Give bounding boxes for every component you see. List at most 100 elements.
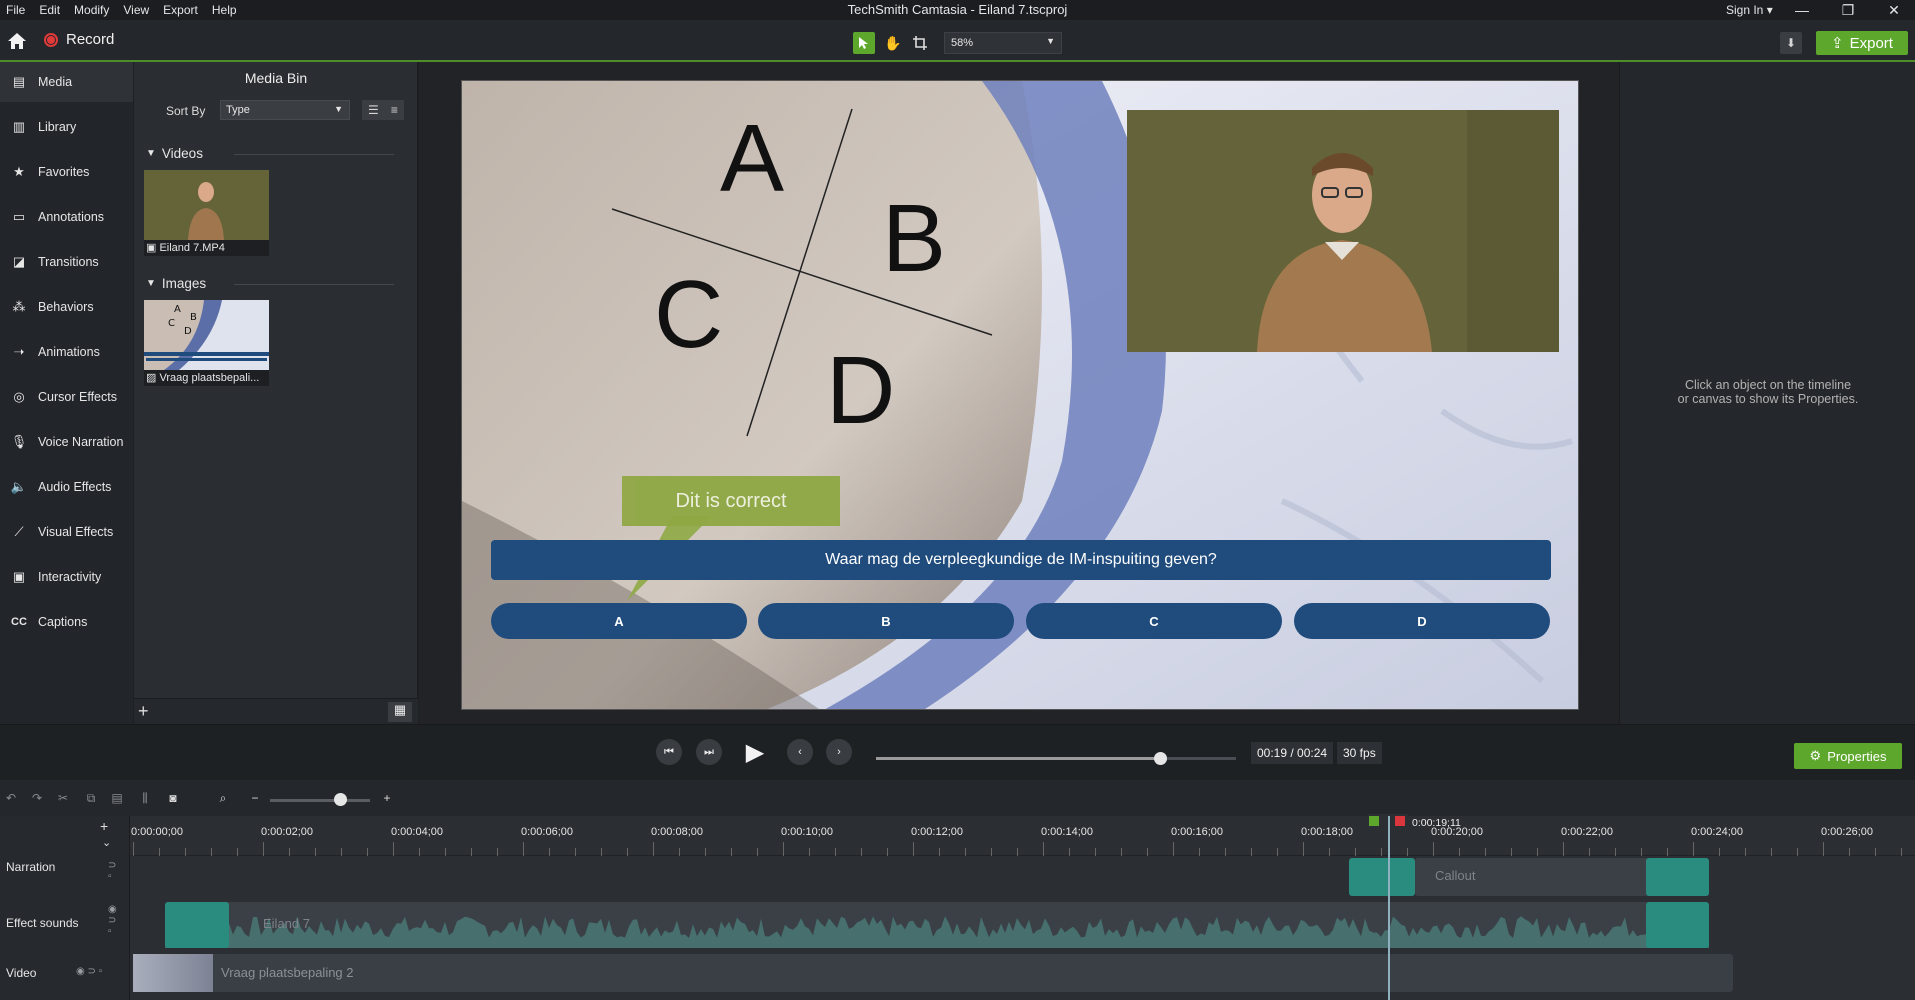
snapshot-button[interactable]: ◙ bbox=[164, 790, 182, 806]
star-icon: ★ bbox=[13, 164, 25, 179]
collapse-tracks-button[interactable]: ⌄ bbox=[102, 836, 111, 849]
play-icon: ▶ bbox=[745, 738, 765, 766]
track-controls[interactable]: ⊃ ▫ bbox=[108, 860, 116, 882]
previous-marker-button[interactable]: ‹ bbox=[787, 739, 813, 765]
answer-button-b[interactable]: B bbox=[758, 603, 1014, 639]
group-header-videos[interactable]: ▼ Videos bbox=[146, 146, 203, 161]
select-tool-button[interactable] bbox=[853, 32, 875, 54]
add-track-button[interactable]: + bbox=[100, 818, 108, 834]
scrub-handle[interactable] bbox=[1154, 752, 1168, 765]
play-button[interactable]: ▶ bbox=[740, 737, 770, 767]
next-marker-button[interactable]: › bbox=[826, 739, 852, 765]
magnet-icon: ⊃ bbox=[108, 915, 117, 926]
record-button[interactable]: Record bbox=[44, 31, 114, 48]
zoom-fit-button[interactable]: ⌕ bbox=[214, 790, 232, 806]
answer-button-c[interactable]: C bbox=[1026, 603, 1282, 639]
sign-in-button[interactable]: Sign In ▾ bbox=[1726, 3, 1773, 17]
add-media-button[interactable]: + bbox=[138, 701, 149, 722]
minimize-button[interactable]: — bbox=[1782, 0, 1822, 20]
time-ruler[interactable]: 0:00:00;00 0:00:02;00 0:00:04;00 0:00:06;00… bbox=[131, 816, 1915, 856]
sort-order-buttons[interactable]: ☰ ≡ bbox=[362, 100, 404, 120]
undo-button[interactable]: ↶ bbox=[2, 790, 20, 806]
track-controls[interactable]: ◉ ⊃ ▫ bbox=[108, 904, 117, 937]
media-bin-panel: Media Bin Sort By Type ▼ ☰ ≡ ▼ Videos ▣ … bbox=[134, 62, 418, 724]
audio-clip-end[interactable] bbox=[1646, 902, 1709, 948]
answer-button-a[interactable]: A bbox=[491, 603, 747, 639]
sidebar-item-voice-narration[interactable]: 🎙 Voice Narration bbox=[0, 422, 133, 462]
timeline-zoom-handle[interactable] bbox=[334, 793, 347, 806]
video-clip[interactable]: Vraag plaatsbepaling 2 bbox=[133, 954, 1733, 992]
clip-label: Callout bbox=[1435, 868, 1476, 883]
sidebar-item-label: Cursor Effects bbox=[38, 390, 117, 404]
answer-button-d[interactable]: D bbox=[1294, 603, 1550, 639]
sort-by-select[interactable]: Type ▼ bbox=[220, 100, 350, 120]
canvas-letter-a: A bbox=[720, 105, 784, 212]
ruler-tick bbox=[1797, 848, 1798, 856]
ruler-label: 0:00:04;00 bbox=[391, 826, 443, 838]
sidebar-item-annotations[interactable]: ▭ Annotations bbox=[0, 197, 133, 237]
ruler-tick bbox=[679, 848, 680, 856]
ruler-tick bbox=[1173, 842, 1174, 856]
list-icon[interactable]: ☰ bbox=[368, 103, 379, 117]
narration-clip[interactable] bbox=[1349, 858, 1415, 896]
home-icon bbox=[8, 33, 26, 49]
sidebar-item-animations[interactable]: ➝ Animations bbox=[0, 332, 133, 372]
timeline-zoom-slider[interactable] bbox=[270, 799, 370, 802]
sidebar-item-library[interactable]: ▥ Library bbox=[0, 107, 133, 147]
correct-callout[interactable]: Dit is correct bbox=[622, 476, 840, 526]
ruler-tick bbox=[1407, 848, 1408, 856]
pan-tool-button[interactable]: ✋ bbox=[882, 32, 904, 54]
sidebar-item-behaviors[interactable]: ⁂ Behaviors bbox=[0, 287, 133, 327]
sidebar-item-captions[interactable]: CC Captions bbox=[0, 602, 133, 642]
close-button[interactable]: ✕ bbox=[1874, 0, 1914, 20]
ruler-tick bbox=[1771, 848, 1772, 856]
sidebar-item-label: Audio Effects bbox=[38, 480, 112, 494]
range-start-handle[interactable] bbox=[1369, 816, 1379, 826]
sidebar-item-media[interactable]: ▤ Media bbox=[0, 62, 133, 102]
ruler-tick bbox=[1693, 842, 1694, 856]
copy-button[interactable]: ⧉ bbox=[82, 790, 100, 806]
ruler-tick bbox=[731, 848, 732, 856]
sidebar-item-visual-effects[interactable]: ⟋ Visual Effects bbox=[0, 512, 133, 552]
preview-canvas[interactable]: A B C D Dit is correct Waar mag de verpl… bbox=[461, 80, 1579, 710]
cut-button[interactable]: ✂ bbox=[54, 790, 72, 806]
step-forward-button[interactable]: ⏭ bbox=[696, 739, 722, 765]
zoom-out-button[interactable]: − bbox=[246, 790, 264, 806]
sidebar-item-cursor-effects[interactable]: ◎ Cursor Effects bbox=[0, 377, 133, 417]
audio-clip-start[interactable] bbox=[165, 902, 229, 948]
paste-button[interactable]: ▤ bbox=[108, 790, 126, 806]
sort-icon[interactable]: ≡ bbox=[391, 103, 398, 117]
grid-view-button[interactable]: ▦ bbox=[388, 702, 412, 722]
restore-button[interactable]: ❐ bbox=[1828, 0, 1868, 20]
sidebar-item-audio-effects[interactable]: 🔈 Audio Effects bbox=[0, 467, 133, 507]
track-controls[interactable]: ◉ ⊃ ▫ bbox=[76, 966, 102, 977]
redo-button[interactable]: ↷ bbox=[28, 790, 46, 806]
media-item-image[interactable]: A B C D ▨ Vraag plaatsbepali... bbox=[144, 300, 269, 386]
home-button[interactable] bbox=[6, 30, 28, 52]
range-end-handle[interactable] bbox=[1395, 816, 1405, 826]
ruler-tick bbox=[497, 848, 498, 856]
step-back-button[interactable]: ⏮ bbox=[656, 739, 682, 765]
sidebar-item-interactivity[interactable]: ▣ Interactivity bbox=[0, 557, 133, 597]
split-button[interactable]: ⫼ bbox=[136, 790, 154, 806]
zoom-select[interactable]: 58% ▼ bbox=[944, 32, 1062, 54]
webcam-video[interactable] bbox=[1127, 110, 1559, 352]
media-item-video[interactable]: ▣ Eiland 7.MP4 bbox=[144, 170, 269, 256]
chevron-down-icon: ⌄ bbox=[102, 837, 112, 849]
audio-clip[interactable]: Eiland 7 bbox=[165, 902, 1709, 948]
playhead[interactable] bbox=[1388, 816, 1390, 1000]
sidebar-item-favorites[interactable]: ★ Favorites bbox=[0, 152, 133, 192]
narration-clip-end[interactable] bbox=[1646, 858, 1709, 896]
export-button[interactable]: ⇪ Export bbox=[1816, 31, 1908, 55]
properties-button[interactable]: ⚙ Properties bbox=[1794, 743, 1902, 769]
zoom-in-button[interactable]: + bbox=[378, 790, 396, 806]
animation-icon: ➝ bbox=[13, 344, 25, 359]
lock-icon: ▫ bbox=[108, 871, 112, 882]
sidebar-item-transitions[interactable]: ◪ Transitions bbox=[0, 242, 133, 282]
properties-hint: Click an object on the timeline or canva… bbox=[1620, 378, 1915, 406]
group-header-images[interactable]: ▼ Images bbox=[146, 276, 206, 291]
ruler-tick bbox=[939, 848, 940, 856]
download-button[interactable]: ⬇ bbox=[1780, 32, 1802, 54]
crop-tool-button[interactable] bbox=[909, 32, 931, 54]
playhead-time: 0:00:19;11 bbox=[1412, 817, 1461, 829]
